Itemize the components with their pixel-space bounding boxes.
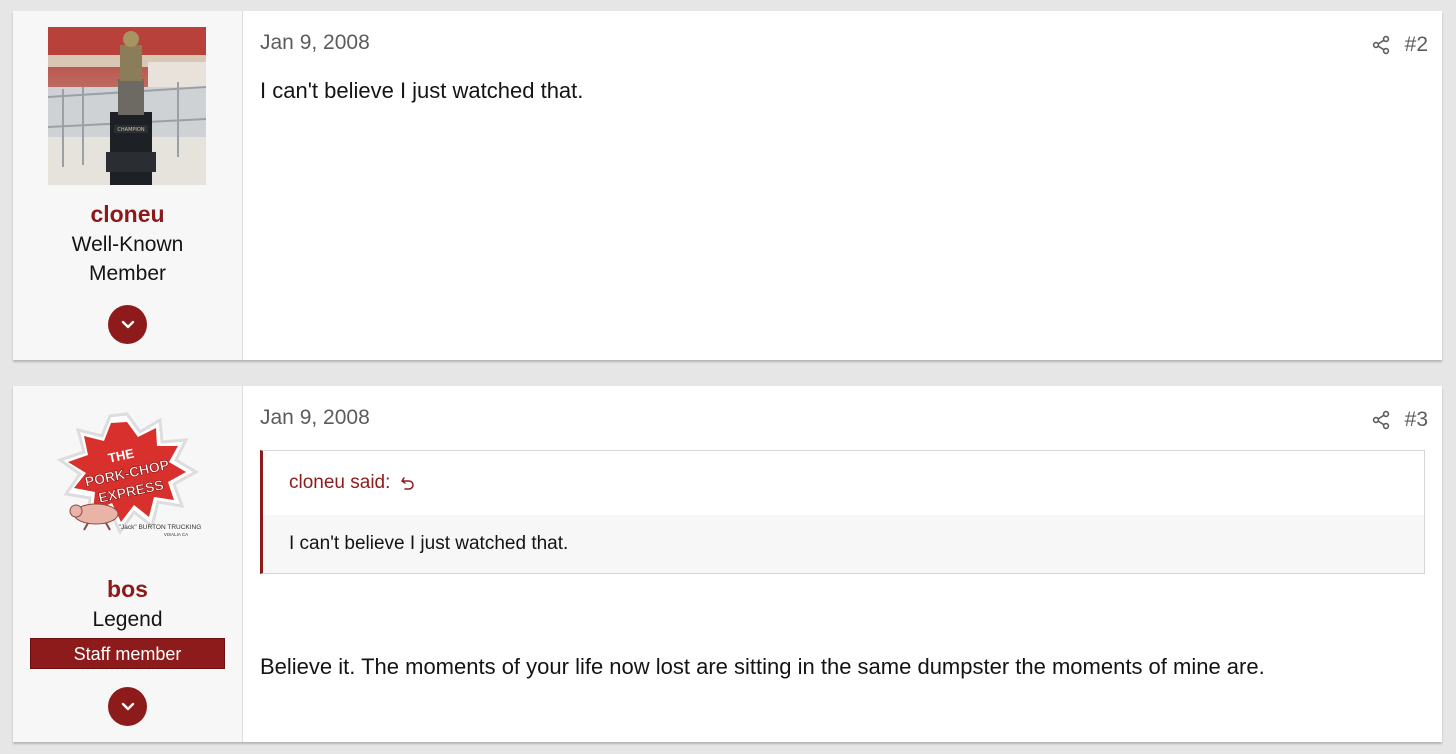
- post-actions: #2: [1371, 33, 1428, 57]
- username[interactable]: bos: [13, 576, 242, 603]
- user-info-cell: CHAMPION cloneu Well-Known Member: [13, 11, 243, 360]
- username[interactable]: cloneu: [13, 201, 242, 228]
- logo-text-visalia: VISALIA CA: [164, 532, 188, 537]
- user-avatar[interactable]: THE PORK-CHOP EXPRESS "Jack" BURTON TRUC…: [48, 402, 206, 560]
- user-title-line2: Member: [88, 262, 167, 285]
- message-post: THE PORK-CHOP EXPRESS "Jack" BURTON TRUC…: [13, 386, 1442, 742]
- message-main-cell: Jan 9, 2008 #3 cloneu said: I can't beli…: [243, 386, 1442, 742]
- message-main-cell: Jan 9, 2008 #2 I can't believe I just wa…: [243, 11, 1442, 360]
- user-info-cell: THE PORK-CHOP EXPRESS "Jack" BURTON TRUC…: [13, 386, 243, 742]
- jump-to-quote-icon[interactable]: [400, 475, 416, 491]
- post-date[interactable]: Jan 9, 2008: [260, 406, 370, 430]
- logo-text-burton-trucking: "Jack" BURTON TRUCKING: [119, 524, 202, 531]
- staff-member-badge: Staff member: [30, 638, 225, 669]
- svg-text:CHAMPION: CHAMPION: [117, 127, 144, 133]
- post-date[interactable]: Jan 9, 2008: [260, 31, 370, 55]
- expand-user-info-button[interactable]: [108, 305, 147, 344]
- post-number-link[interactable]: #3: [1405, 408, 1428, 432]
- pork-chop-express-logo: THE PORK-CHOP EXPRESS "Jack" BURTON TRUC…: [48, 402, 206, 560]
- post-number-link[interactable]: #2: [1405, 33, 1428, 57]
- chevron-down-icon: [121, 702, 134, 710]
- message-post: CHAMPION cloneu Well-Known Member Jan 9,…: [13, 11, 1442, 360]
- user-title: Legend: [92, 608, 163, 631]
- quote-header: cloneu said:: [263, 451, 1424, 515]
- quote-content: I can't believe I just watched that.: [263, 515, 1424, 573]
- trophy-photo: CHAMPION: [48, 27, 206, 185]
- share-icon[interactable]: [1371, 410, 1391, 430]
- user-avatar[interactable]: CHAMPION: [48, 27, 206, 185]
- expand-user-info-button[interactable]: [108, 687, 147, 726]
- post-body: Believe it. The moments of your life now…: [260, 654, 1265, 679]
- post-actions: #3: [1371, 408, 1428, 432]
- post-body: I can't believe I just watched that.: [260, 78, 584, 103]
- user-title-line1: Well-Known: [71, 233, 184, 256]
- chevron-down-icon: [121, 320, 134, 328]
- share-icon[interactable]: [1371, 35, 1391, 55]
- user-title: Well-Known Member: [53, 230, 202, 288]
- quote-block: cloneu said: I can't believe I just watc…: [260, 450, 1425, 574]
- quote-author-link[interactable]: cloneu said:: [289, 472, 390, 494]
